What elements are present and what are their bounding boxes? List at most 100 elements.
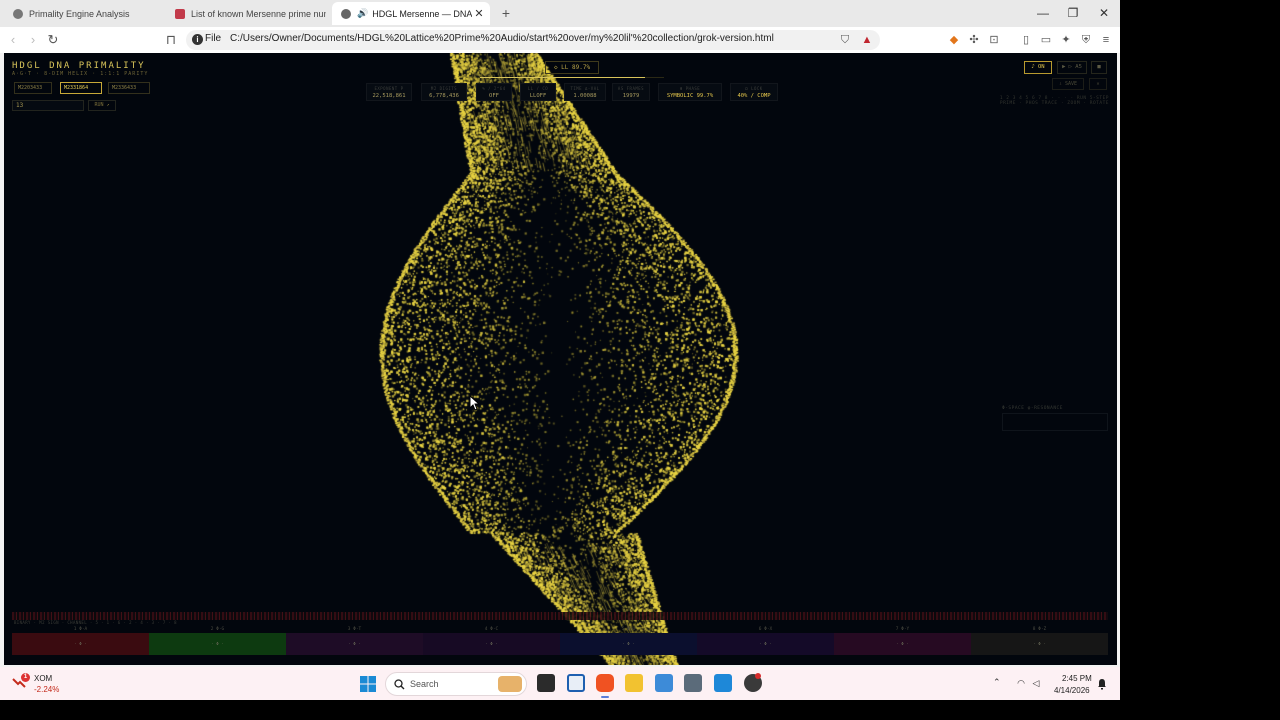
back-arrow-icon[interactable]: ‹: [4, 31, 22, 49]
tray-chevron-icon[interactable]: ⌃: [993, 677, 1001, 688]
tab-primality-engine[interactable]: Primality Engine Analysis: [4, 2, 164, 25]
volume-icon[interactable]: ◁: [1030, 677, 1042, 689]
mouse-cursor-icon: [470, 396, 480, 411]
reload-icon[interactable]: ↻: [44, 31, 62, 49]
screenshot-icon[interactable]: ⊡: [987, 33, 1001, 47]
channel-value: · Φ ·: [1033, 641, 1046, 646]
tab-title: List of known Mersenne prime numb: [191, 8, 326, 19]
stat-mod64: % / 2^64 OFF: [476, 83, 512, 101]
terminal-icon[interactable]: [567, 674, 585, 692]
channel-value: · Φ ·: [74, 641, 87, 646]
run-button[interactable]: RUN ↗: [88, 100, 116, 111]
explorer-icon[interactable]: [625, 674, 643, 692]
tab-bar: Primality Engine Analysis List of known …: [0, 0, 1120, 27]
calculator-icon[interactable]: [684, 674, 702, 692]
globe-icon: [341, 8, 351, 19]
stat-lock: Ω LOCK 40% / COMP: [730, 83, 778, 101]
active-indicator: [601, 696, 609, 698]
clock-date[interactable]: 4/14/2026: [1054, 686, 1090, 695]
forward-arrow-icon[interactable]: ›: [24, 31, 42, 49]
page-viewport: HDGL DNA PRIMALITY A·G·T · 8-DIM HELIX ·…: [4, 53, 1117, 665]
vpn-icon[interactable]: ⛨: [1079, 33, 1093, 47]
channel-2[interactable]: 2 Φ·G · Φ ·: [149, 627, 286, 657]
preset-button-1[interactable]: M2203433: [14, 82, 52, 94]
notepad-icon[interactable]: [655, 674, 673, 692]
minimize-button[interactable]: —: [1028, 0, 1058, 27]
wifi-icon[interactable]: ◠: [1015, 677, 1027, 689]
channel-bar: 1 Φ·A · Φ · 2 Φ·G · Φ · 3 Φ·T · Φ · 4 Φ·C · Φ ·…: [12, 627, 1108, 657]
wallet-icon[interactable]: ▭: [1039, 33, 1053, 47]
stat-ll: LL / CO LLOFF: [520, 83, 556, 101]
stat-frames: AS FRAMES 19979: [612, 83, 650, 101]
info-icon[interactable]: i: [192, 34, 203, 45]
address-scheme: File: [205, 33, 222, 44]
clock-time[interactable]: 2:45 PM: [1062, 674, 1092, 683]
brave-icon[interactable]: [596, 674, 614, 692]
letterbox-right: [1120, 0, 1280, 720]
channel-value: · Φ ·: [485, 641, 498, 646]
metamask-icon[interactable]: ◆: [947, 33, 961, 47]
channel-8[interactable]: 8 Φ·Z · Φ ·: [971, 627, 1108, 657]
vscode-icon[interactable]: [714, 674, 732, 692]
address-url[interactable]: C:/Users/Owner/Documents/HDGL%20Lattice%…: [230, 33, 774, 44]
stock-name[interactable]: XOM: [34, 674, 52, 683]
menu-icon[interactable]: ≡: [1099, 33, 1113, 47]
channel-1[interactable]: 1 Φ·A · Φ ·: [12, 627, 149, 657]
stat-exponent: EXPONENT P 22,518,861: [366, 83, 412, 101]
channel-4[interactable]: 4 Φ·C · Φ ·: [423, 627, 560, 657]
windows-start-icon[interactable]: [360, 676, 376, 692]
tab-title: HDGL Mersenne — DNA Prim: [372, 8, 472, 19]
app-subtitle: A·G·T · 8-DIM HELIX · 1:1:1 PARITY: [12, 71, 149, 77]
channel-3[interactable]: 3 Φ·T · Φ ·: [286, 627, 423, 657]
leo-ai-icon[interactable]: ✦: [1059, 33, 1073, 47]
search-highlight-icon: [498, 676, 522, 692]
preset-button-3[interactable]: M2336433: [108, 82, 150, 94]
stat-digits: M2 DIGITS 6,778,436: [421, 83, 467, 101]
channel-value: · Φ ·: [896, 641, 909, 646]
audio-playing-icon[interactable]: 🔊: [357, 8, 368, 19]
channel-6[interactable]: 6 Φ·X · Φ ·: [697, 627, 834, 657]
window-close-button[interactable]: ✕: [1089, 0, 1119, 27]
channel-7[interactable]: 7 Φ·Y · Φ ·: [834, 627, 971, 657]
search-placeholder: Search: [410, 679, 439, 689]
taskbar: 1 XOM -2.24% Search ⌃ ◠ ◁ 2:45 PM 4/14/2…: [0, 667, 1120, 700]
new-tab-button[interactable]: +: [498, 4, 514, 22]
app-title: HDGL DNA PRIMALITY: [12, 61, 146, 71]
tab-mersenne-list[interactable]: List of known Mersenne prime numb: [166, 2, 326, 25]
recording-dot-icon: [755, 673, 761, 679]
clear-button[interactable]: ✕: [1089, 78, 1107, 90]
taskbar-search[interactable]: Search: [385, 672, 527, 696]
ll-progress-bar: [480, 77, 664, 78]
close-icon[interactable]: ✕: [472, 7, 486, 20]
exponent-input[interactable]: 13: [12, 100, 84, 111]
browser-toolbar: ‹ › ↻ ⊓ i File C:/Users/Owner/Documents/…: [0, 27, 1120, 53]
restore-button[interactable]: ❐: [1058, 0, 1088, 27]
save-button[interactable]: ⇩ SAVE: [1052, 78, 1084, 90]
dna-helix-visualization[interactable]: [4, 53, 1117, 665]
resonance-panel: [1002, 413, 1108, 431]
audio-toggle-button[interactable]: ♪ ON: [1024, 61, 1052, 74]
preset-button-2[interactable]: M2331864: [60, 82, 102, 94]
sidebar-icon[interactable]: ▯: [1019, 33, 1033, 47]
brave-rewards-icon[interactable]: ▲: [860, 33, 874, 47]
wiki-icon: [175, 8, 185, 19]
tab-hdgl-mersenne[interactable]: 🔊 HDGL Mersenne — DNA Prim ✕: [332, 2, 490, 25]
bookmark-icon[interactable]: ⊓: [162, 31, 180, 49]
play-button[interactable]: ▶ ▷ A5: [1057, 61, 1087, 74]
resonance-label: Φ-SPACE φ-RESONANCE: [1002, 406, 1063, 411]
address-bar[interactable]: i File C:/Users/Owner/Documents/HDGL%20L…: [186, 30, 880, 50]
browser-window: Primality Engine Analysis List of known …: [0, 0, 1120, 667]
binary-strip: [12, 612, 1108, 620]
notification-icon[interactable]: [1097, 677, 1107, 690]
channel-value: · Φ ·: [348, 641, 361, 646]
stop-button[interactable]: ■: [1091, 61, 1107, 74]
globe-icon: [13, 8, 23, 19]
letterbox-bottom: [0, 700, 1280, 720]
strip-caption: BINARY · M2 SIGN · CHANNEL · 5 · 1 · 6 ·…: [14, 620, 177, 625]
ll-progress-badge: ◇ LL 89.7%: [545, 61, 599, 74]
brave-shield-icon[interactable]: ⛉: [838, 33, 852, 47]
tab-title: Primality Engine Analysis: [29, 8, 130, 19]
channel-5[interactable]: 5 Φ·U · Φ ·: [560, 627, 697, 657]
extensions-icon[interactable]: ✣: [967, 33, 981, 47]
files-icon[interactable]: [537, 674, 555, 692]
